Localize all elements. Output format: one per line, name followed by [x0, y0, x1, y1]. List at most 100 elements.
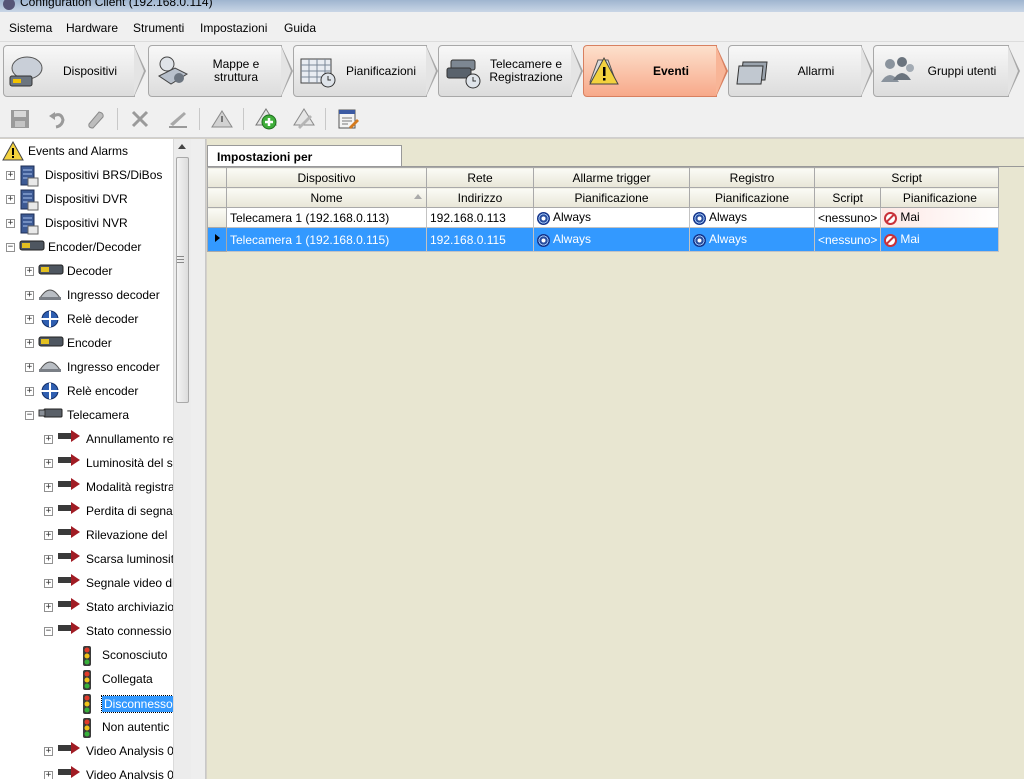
tab-gruppi-utenti[interactable]: Gruppi utenti	[873, 45, 1020, 97]
tab-allarmi[interactable]: Allarmi	[728, 45, 873, 97]
expand-icon[interactable]: +	[44, 603, 53, 612]
delete-icon[interactable]	[127, 106, 153, 132]
expand-icon[interactable]: +	[25, 267, 34, 276]
row-header[interactable]	[207, 207, 227, 228]
menu-sistema[interactable]: Sistema	[9, 21, 52, 35]
pane-splitter[interactable]	[191, 139, 206, 779]
menu-strumenti[interactable]: Strumenti	[133, 21, 184, 35]
tree-perdita-segnale[interactable]: + Perdita di segnal	[0, 500, 175, 522]
expand-icon[interactable]: +	[25, 291, 34, 300]
tab-eventi[interactable]: Eventi	[583, 45, 728, 97]
col-header-indirizzo[interactable]: Indirizzo	[426, 187, 534, 208]
expand-icon[interactable]: +	[44, 435, 53, 444]
tree-rele-encoder[interactable]: + Relè encoder	[0, 380, 172, 402]
col-header-script-schedule[interactable]: Pianificazione	[880, 187, 1000, 208]
expand-icon[interactable]: +	[44, 531, 53, 540]
tree-decoder[interactable]: + Decoder	[0, 260, 172, 282]
tab-mappe[interactable]: Mappe e struttura	[148, 45, 293, 97]
add-event-icon[interactable]	[253, 106, 279, 132]
expand-icon[interactable]: +	[44, 507, 53, 516]
expand-icon[interactable]: +	[25, 339, 34, 348]
tree-scrollbar[interactable]	[173, 139, 191, 779]
expand-icon[interactable]: +	[44, 483, 53, 492]
script-editor-icon[interactable]	[335, 106, 361, 132]
tree-events-and-alarms[interactable]: Events and Alarms	[0, 140, 172, 162]
tree-video-analysis-1[interactable]: + Video Analysis 0	[0, 740, 174, 762]
collapse-icon[interactable]: −	[6, 243, 15, 252]
tree-encoder-decoder[interactable]: − Encoder/Decoder	[0, 236, 172, 258]
tree-collegata[interactable]: Collegata	[0, 668, 172, 690]
save-icon[interactable]	[7, 106, 33, 132]
tree-rele-decoder[interactable]: + Relè decoder	[0, 308, 172, 330]
collapse-icon[interactable]: −	[25, 411, 34, 420]
alarm-tool-icon[interactable]	[209, 106, 235, 132]
tree-disconnesso[interactable]: Disconnesso	[0, 692, 176, 714]
cell-script-schedule[interactable]: Mai	[880, 207, 1000, 228]
col-header-nome[interactable]: Nome	[226, 187, 427, 208]
tree-video-analysis-2[interactable]: + Video Analysis 0	[0, 764, 174, 779]
tree-scarsa-luminosita[interactable]: + Scarsa luminosit	[0, 548, 174, 570]
cell-log-schedule[interactable]: Always	[689, 207, 815, 228]
tree-dvr[interactable]: + Dispositivi DVR	[0, 188, 172, 211]
expand-icon[interactable]: +	[44, 579, 53, 588]
cell-log-schedule[interactable]: Always	[689, 227, 815, 252]
tab-dispositivi[interactable]: Dispositivi	[3, 45, 146, 97]
tree-sconosciuto[interactable]: Sconosciuto	[0, 644, 172, 666]
cell-name[interactable]: Telecamera 1 (192.168.0.113)	[226, 207, 427, 228]
expand-icon[interactable]: +	[44, 747, 53, 756]
collapse-icon[interactable]: −	[44, 627, 53, 636]
tree-modalita-registrazione[interactable]: + Modalità registra	[0, 476, 175, 498]
menu-guida[interactable]: Guida	[284, 21, 316, 35]
expand-icon[interactable]: +	[6, 171, 15, 180]
edit-event-icon[interactable]	[291, 106, 317, 132]
cell-script-schedule[interactable]: Mai	[880, 227, 1000, 252]
link-icon[interactable]	[83, 106, 109, 132]
tree-segnale-video[interactable]: + Segnale video di	[0, 572, 175, 594]
expand-icon[interactable]: +	[44, 459, 53, 468]
table-row[interactable]: Telecamera 1 (192.168.0.113) 192.168.0.1…	[207, 207, 1000, 228]
tab-pianificazioni[interactable]: Pianificazioni	[293, 45, 438, 97]
col-header-log-schedule[interactable]: Pianificazione	[689, 187, 815, 208]
tree-non-autenticato[interactable]: Non autentic	[0, 716, 172, 738]
menu-hardware[interactable]: Hardware	[66, 21, 118, 35]
cell-name[interactable]: Telecamera 1 (192.168.0.115)	[226, 227, 427, 252]
expand-icon[interactable]: +	[25, 387, 34, 396]
col-header-alarm-schedule[interactable]: Pianificazione	[533, 187, 690, 208]
expand-icon[interactable]: +	[25, 363, 34, 372]
tree-rilevazione[interactable]: + Rilevazione del	[0, 524, 172, 546]
tree-nvr[interactable]: + Dispositivi NVR	[0, 212, 172, 235]
col-header-script[interactable]: Script	[813, 187, 882, 208]
tree-ingresso-decoder[interactable]: + Ingresso decoder	[0, 284, 172, 306]
tab-telecamere[interactable]: Telecamere e Registrazione	[438, 45, 583, 97]
expand-icon[interactable]: +	[25, 315, 34, 324]
title-bar: Configuration Client (192.168.0.114)	[0, 0, 1024, 12]
expand-icon[interactable]: +	[44, 555, 53, 564]
users-icon	[881, 57, 914, 82]
tree-ingresso-encoder[interactable]: + Ingresso encoder	[0, 356, 172, 378]
cell-alarm-schedule[interactable]: Always	[533, 227, 690, 252]
tree-annullamento[interactable]: + Annullamento re	[0, 428, 173, 450]
event-arrow-icon	[57, 621, 81, 638]
tree-stato-archiviazione[interactable]: + Stato archiviazio	[0, 596, 174, 618]
cell-alarm-schedule[interactable]: Always	[533, 207, 690, 228]
cell-script[interactable]: <nessuno>	[813, 227, 882, 252]
menu-impostazioni[interactable]: Impostazioni	[200, 21, 267, 35]
scroll-thumb[interactable]	[176, 157, 189, 403]
expand-icon[interactable]: +	[6, 195, 15, 204]
tree-stato-connessione[interactable]: − Stato connessio	[0, 620, 172, 642]
tree-encoder[interactable]: + Encoder	[0, 332, 172, 354]
tree-telecamera[interactable]: − Telecamera	[0, 404, 172, 426]
scroll-up-icon[interactable]	[178, 144, 186, 149]
rename-icon[interactable]	[165, 106, 191, 132]
settings-tab[interactable]: Impostazioni per "Disconnesso"	[207, 145, 402, 178]
expand-icon[interactable]: +	[6, 219, 15, 228]
undo-icon[interactable]	[45, 106, 71, 132]
expand-icon[interactable]: +	[44, 771, 53, 779]
row-header[interactable]	[207, 227, 227, 252]
cell-address[interactable]: 192.168.0.115	[426, 227, 534, 252]
tree-brs-dibos[interactable]: + Dispositivi BRS/DiBos	[0, 164, 172, 187]
tree-luminosita[interactable]: + Luminosità del s	[0, 452, 173, 474]
cell-script[interactable]: <nessuno>	[813, 207, 882, 228]
table-row[interactable]: Telecamera 1 (192.168.0.115) 192.168.0.1…	[207, 227, 1000, 252]
cell-address[interactable]: 192.168.0.113	[426, 207, 534, 228]
